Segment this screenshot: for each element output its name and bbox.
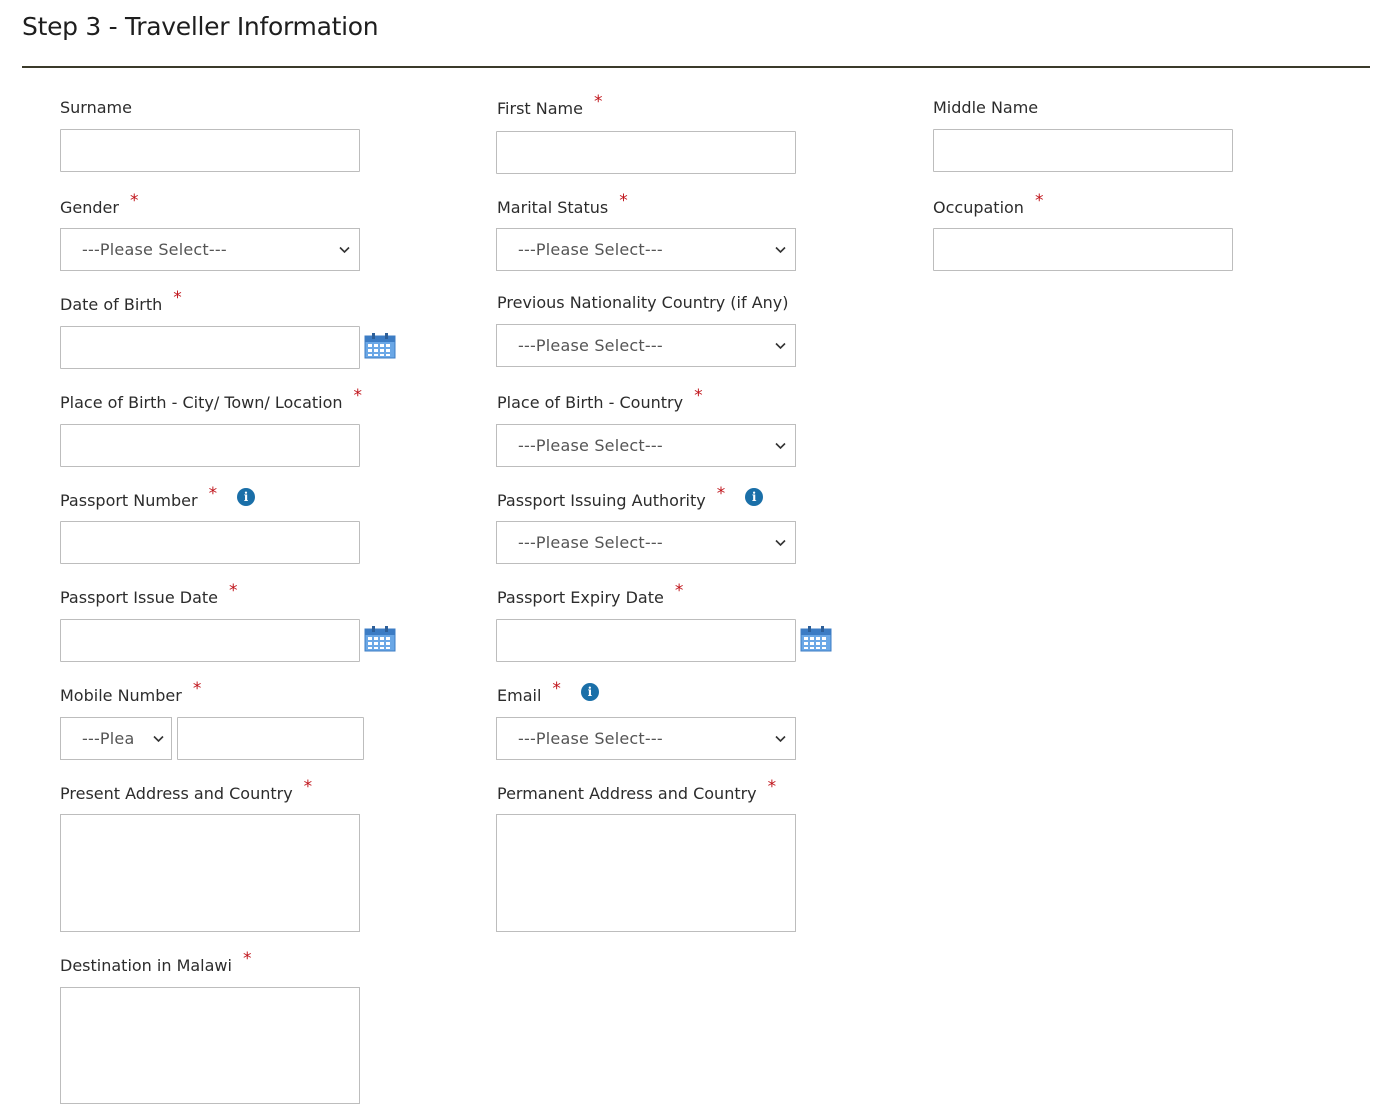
chevron-down-icon: [775, 537, 786, 548]
mobile-number-input[interactable]: [177, 717, 364, 760]
required-asterisk: *: [192, 679, 202, 699]
marital-status-label-text: Marital Status: [497, 197, 609, 217]
required-asterisk: *: [619, 191, 628, 211]
pob-country-select-value: ---Please Select---: [518, 436, 663, 455]
pob-city-label: Place of Birth - City/ Town/ Location *: [60, 386, 362, 412]
required-asterisk: *: [552, 679, 561, 699]
prev-nationality-select[interactable]: ---Please Select---: [496, 324, 796, 367]
info-icon[interactable]: i: [580, 683, 599, 701]
required-asterisk: *: [694, 386, 703, 406]
required-asterisk: *: [1034, 191, 1044, 211]
occupation-input[interactable]: [933, 228, 1233, 271]
chevron-down-icon: [775, 340, 786, 351]
present-address-textarea[interactable]: [60, 814, 360, 932]
calendar-icon[interactable]: [364, 333, 396, 359]
passport-issue-label-text: Passport Issue Date: [60, 587, 218, 607]
middle-name-input[interactable]: [933, 129, 1233, 172]
prev-nationality-label: Previous Nationality Country (if Any): [497, 293, 789, 312]
pob-city-input[interactable]: [60, 424, 360, 467]
required-asterisk: *: [716, 484, 726, 504]
surname-label-text: Surname: [60, 98, 132, 117]
surname-label: Surname: [60, 98, 132, 117]
title-divider: [22, 66, 1370, 68]
required-asterisk: *: [767, 777, 777, 797]
passport-authority-select-value: ---Please Select---: [518, 533, 663, 552]
email-label-text: Email: [497, 685, 542, 705]
required-asterisk: *: [242, 949, 252, 969]
passport-expiry-input[interactable]: [496, 619, 796, 662]
marital-status-select[interactable]: ---Please Select---: [496, 228, 796, 271]
mobile-label-text: Mobile Number: [60, 685, 182, 705]
mobile-label: Mobile Number *: [60, 679, 201, 705]
destination-label: Destination in Malawi *: [60, 949, 251, 975]
passport-issue-label: Passport Issue Date *: [60, 581, 238, 607]
permanent-address-label-text: Permanent Address and Country: [497, 783, 757, 803]
chevron-down-icon: [775, 733, 786, 744]
passport-expiry-label: Passport Expiry Date *: [497, 581, 683, 607]
middle-name-label: Middle Name: [933, 98, 1038, 117]
marital-status-select-value: ---Please Select---: [518, 240, 663, 259]
required-asterisk: *: [129, 191, 139, 211]
passport-expiry-label-text: Passport Expiry Date: [497, 587, 664, 607]
chevron-down-icon: [775, 244, 786, 255]
prev-nationality-label-text: Previous Nationality Country (if Any): [497, 293, 789, 312]
destination-textarea[interactable]: [60, 987, 360, 1104]
required-asterisk: *: [674, 581, 684, 601]
chevron-down-icon: [339, 244, 350, 255]
gender-select-value: ---Please Select---: [82, 240, 227, 259]
marital-status-label: Marital Status *: [497, 191, 628, 217]
pob-city-label-text: Place of Birth - City/ Town/ Location: [60, 392, 343, 412]
destination-label-text: Destination in Malawi: [60, 955, 232, 975]
middle-name-label-text: Middle Name: [933, 98, 1039, 117]
required-asterisk: *: [593, 92, 603, 112]
permanent-address-label: Permanent Address and Country *: [497, 777, 776, 803]
occupation-label-text: Occupation: [933, 197, 1024, 217]
email-select[interactable]: ---Please Select---: [496, 717, 796, 760]
info-icon[interactable]: i: [237, 488, 256, 506]
required-asterisk: *: [173, 288, 182, 308]
dob-input[interactable]: [60, 326, 360, 369]
first-name-input[interactable]: [496, 131, 796, 174]
passport-number-input[interactable]: [60, 521, 360, 564]
gender-label-text: Gender: [60, 197, 119, 217]
page-title: Step 3 - Traveller Information: [22, 12, 379, 41]
first-name-label: First Name *: [497, 92, 602, 118]
dob-label-text: Date of Birth: [60, 294, 163, 314]
gender-label: Gender *: [60, 191, 138, 217]
email-select-value: ---Please Select---: [518, 729, 663, 748]
email-label: Email * i: [497, 679, 599, 705]
chevron-down-icon: [153, 733, 164, 744]
calendar-icon[interactable]: [800, 626, 832, 652]
dob-label: Date of Birth *: [60, 288, 182, 314]
passport-authority-select[interactable]: ---Please Select---: [496, 521, 796, 564]
permanent-address-textarea[interactable]: [496, 814, 796, 932]
mobile-code-select-value: ---Plea: [82, 729, 135, 748]
gender-select[interactable]: ---Please Select---: [60, 228, 360, 271]
present-address-label-text: Present Address and Country: [60, 783, 293, 803]
passport-number-label: Passport Number * i: [60, 484, 256, 510]
pob-country-label-text: Place of Birth - Country: [497, 392, 684, 412]
chevron-down-icon: [775, 440, 786, 451]
first-name-label-text: First Name: [497, 98, 583, 118]
pob-country-label: Place of Birth - Country *: [497, 386, 703, 412]
mobile-code-select[interactable]: ---Plea: [60, 717, 172, 760]
passport-issue-input[interactable]: [60, 619, 360, 662]
surname-input[interactable]: [60, 129, 360, 172]
pob-country-select[interactable]: ---Please Select---: [496, 424, 796, 467]
occupation-label: Occupation *: [933, 191, 1043, 217]
required-asterisk: *: [303, 777, 313, 797]
required-asterisk: *: [229, 581, 238, 601]
required-asterisk: *: [353, 386, 363, 406]
info-icon[interactable]: i: [745, 488, 764, 506]
passport-authority-label: Passport Issuing Authority * i: [497, 484, 764, 510]
prev-nationality-select-value: ---Please Select---: [518, 336, 663, 355]
passport-authority-label-text: Passport Issuing Authority: [497, 490, 706, 510]
present-address-label: Present Address and Country *: [60, 777, 312, 803]
calendar-icon[interactable]: [364, 626, 396, 652]
passport-number-label-text: Passport Number: [60, 490, 198, 510]
required-asterisk: *: [208, 484, 218, 504]
